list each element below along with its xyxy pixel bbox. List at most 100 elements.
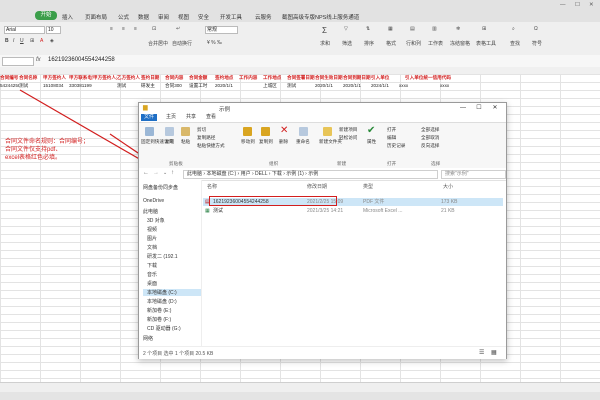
properties-button[interactable]: 属性 (367, 139, 376, 145)
column-name[interactable]: 名称 (207, 183, 217, 190)
forward-icon[interactable]: → (153, 170, 159, 176)
header-cell[interactable]: 签约日期 (141, 74, 165, 82)
header-cell[interactable]: 甲方签约人身份证 (93, 74, 117, 82)
nav-item[interactable]: 此电脑 (143, 208, 158, 215)
header-cell[interactable]: 合同名称 (19, 74, 43, 82)
merge-icon[interactable]: ⊡ (152, 26, 156, 32)
italic-icon[interactable]: I (13, 38, 14, 44)
header-cell[interactable]: 合同到期日期 (343, 74, 371, 82)
menu-security[interactable]: 安全 (198, 13, 209, 21)
menu-insert[interactable]: 插入 (62, 13, 73, 21)
invert-selection-button[interactable]: 反向选择 (421, 143, 439, 149)
currency-icon[interactable]: ¥ % ‰ (207, 40, 222, 46)
minimize-icon[interactable]: — (560, 2, 566, 8)
delete-icon[interactable]: ✕ (280, 125, 288, 136)
data-cell[interactable]: 设置工时 (189, 82, 215, 90)
select-none-button[interactable]: 全部取消 (421, 135, 439, 141)
open-button[interactable]: 打开 (387, 127, 396, 133)
back-icon[interactable]: ← (143, 170, 149, 176)
filter-button[interactable]: 筛选 (342, 40, 352, 47)
freeze-panes-button[interactable]: 冻结窗格 (450, 40, 470, 47)
copy-to-button[interactable]: 复制到 (259, 139, 273, 145)
data-cell[interactable]: 54244258 (0, 82, 19, 90)
menu-data[interactable]: 数据 (138, 13, 149, 21)
nav-item[interactable]: 新加卷 (F:) (147, 316, 171, 323)
menu-review[interactable]: 审阅 (158, 13, 169, 21)
row-col-icon[interactable]: ▤ (410, 26, 415, 32)
data-cell[interactable]: 上城区 (263, 82, 287, 90)
data-cell[interactable]: 15108034 (43, 82, 69, 90)
filter-icon[interactable]: ▽ (344, 26, 348, 32)
copy-button[interactable]: 复制 (165, 139, 174, 145)
nav-item[interactable]: 视频 (147, 226, 157, 233)
menu-formula[interactable]: 公式 (118, 13, 129, 21)
move-to-icon[interactable] (243, 127, 252, 136)
header-cell[interactable]: 合同内容 (165, 74, 189, 82)
nav-item[interactable]: 下载 (147, 262, 157, 269)
menu-cloud[interactable]: 云服务 (255, 13, 272, 21)
nav-item[interactable]: 网络 (143, 335, 153, 342)
tab-share[interactable]: 共享 (183, 114, 199, 121)
column-type[interactable]: 类型 (363, 183, 373, 190)
menu-page-layout[interactable]: 页面布局 (85, 13, 107, 21)
copy-icon[interactable] (165, 127, 174, 136)
table-tools-icon[interactable]: ⊞ (482, 26, 486, 32)
data-cell[interactable]: xxxx (440, 82, 464, 90)
table-tools-button[interactable]: 表格工具 (476, 40, 496, 47)
details-view-icon[interactable]: ☰ (479, 349, 484, 356)
close-icon[interactable]: ✕ (489, 104, 501, 112)
recent-icon[interactable]: ⌄ (163, 170, 167, 176)
select-all-button[interactable]: 全部选择 (421, 127, 439, 133)
cut-button[interactable]: 剪切 (197, 127, 206, 133)
nav-item[interactable]: 3D 对象 (147, 217, 165, 224)
pin-icon[interactable] (145, 127, 154, 136)
header-cell[interactable]: 工作地点 (263, 74, 287, 82)
font-size-select[interactable]: 10 (46, 26, 61, 34)
header-cell[interactable]: 签约地点 (215, 74, 239, 82)
copy-to-icon[interactable] (261, 127, 270, 136)
name-box[interactable] (2, 57, 34, 66)
underline-icon[interactable]: U (20, 38, 24, 44)
data-cell[interactable]: 2020/1/1 (315, 82, 343, 90)
data-cell[interactable]: xxxx (399, 82, 423, 90)
nav-item[interactable]: 网盘备份同步盘 (143, 184, 178, 191)
paste-icon[interactable] (181, 127, 190, 136)
align-left-icon[interactable]: ≡ (110, 26, 113, 32)
address-input[interactable]: 此电脑 › 本地磁盘 (C:) › 用户 › DELL › 下载 › 示例 (1… (183, 170, 438, 179)
header-cell[interactable]: 合同编号 (0, 74, 19, 82)
new-item-button[interactable]: 新建项目 (339, 127, 357, 133)
nav-item[interactable]: 图片 (147, 235, 157, 242)
nav-item[interactable]: OneDrive (143, 198, 164, 204)
data-cell[interactable]: 2020/1/1 (343, 82, 371, 90)
align-center-icon[interactable]: ≡ (122, 26, 125, 32)
move-to-button[interactable]: 移动到 (241, 139, 255, 145)
header-cell[interactable]: 引入单位 (371, 74, 405, 82)
copy-path-button[interactable]: 复制路径 (197, 135, 215, 141)
history-button[interactable]: 历史记录 (387, 143, 405, 149)
data-cell[interactable]: 2020/1/1 (215, 82, 239, 90)
nav-item[interactable]: 新加卷 (E:) (147, 307, 171, 314)
nav-item[interactable]: 音乐 (147, 271, 157, 278)
sum-button[interactable]: 求和 (320, 40, 330, 47)
header-cell[interactable]: 甲方联系电话 (69, 74, 93, 82)
menu-view[interactable]: 视图 (178, 13, 189, 21)
minimize-icon[interactable]: — (457, 104, 469, 112)
data-cell[interactable]: 研发主 (141, 82, 165, 90)
data-cell[interactable]: 330381199 (69, 82, 93, 90)
auto-wrap-button[interactable]: 自动换行 (172, 40, 192, 47)
data-cell[interactable]: 测试 (19, 82, 43, 90)
column-size[interactable]: 大小 (443, 183, 453, 190)
bold-icon[interactable]: B (5, 38, 9, 44)
sort-button[interactable]: 排序 (364, 40, 374, 47)
header-cell[interactable]: 乙方签约人 (117, 74, 141, 82)
properties-icon[interactable]: ✔ (367, 125, 375, 136)
number-format-select[interactable]: 常规 (205, 26, 238, 34)
nav-item[interactable]: CD 驱动器 (G:) (147, 325, 181, 332)
data-cell[interactable]: 测试 (117, 82, 141, 90)
format-button[interactable]: 格式 (386, 40, 396, 47)
data-cell[interactable]: 2024/1/1 (371, 82, 399, 90)
tab-view[interactable]: 查看 (203, 114, 219, 121)
rename-button[interactable]: 重命名 (296, 139, 310, 145)
new-folder-icon[interactable] (323, 127, 332, 136)
wrap-icon[interactable]: ↵ (176, 26, 180, 32)
